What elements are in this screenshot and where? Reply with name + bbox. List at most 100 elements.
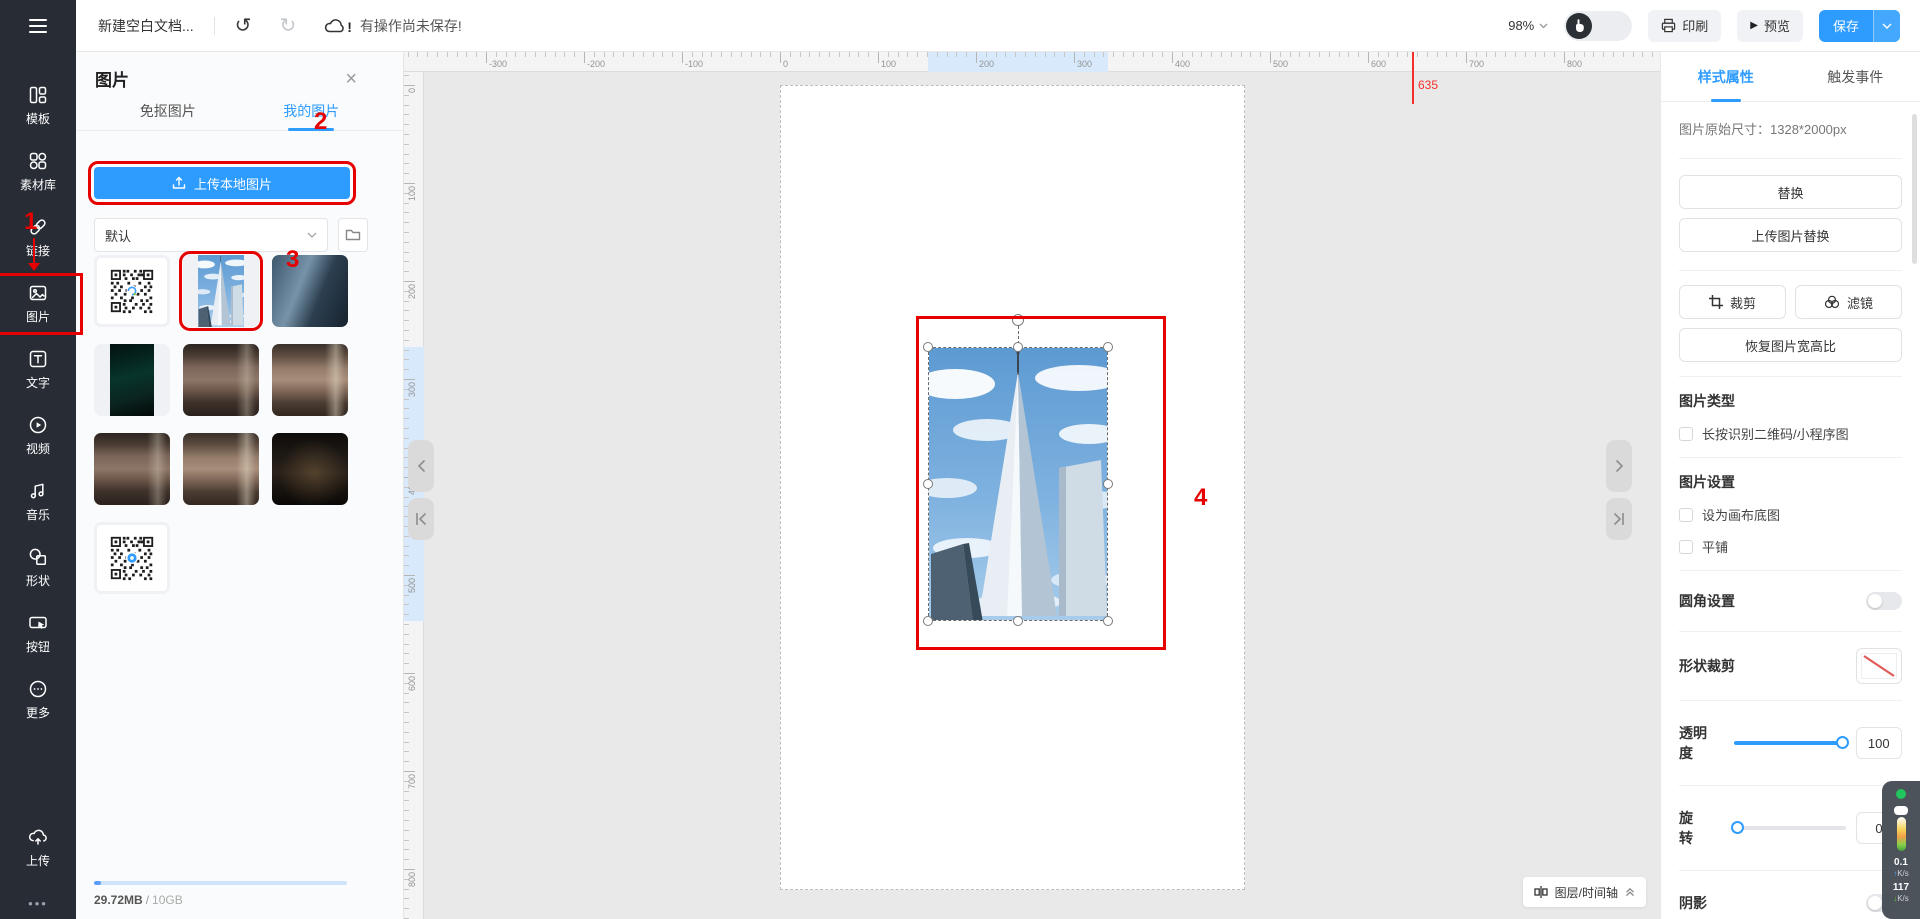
first-page-button[interactable] xyxy=(408,498,434,540)
sidebar-item-shape[interactable]: 形状 xyxy=(0,544,76,592)
sidebar-item-label: 上传 xyxy=(26,852,50,869)
last-page-button[interactable] xyxy=(1606,498,1632,540)
canvas-area[interactable]: -300-200-1000100200300400500600700800 01… xyxy=(404,52,1660,919)
glass-building-photo-thumbnail[interactable] xyxy=(272,255,348,327)
sidebar-item-template[interactable]: 模板 xyxy=(0,82,76,130)
set-as-background-checkbox[interactable]: 设为画布底图 xyxy=(1679,505,1902,524)
print-button[interactable]: 印刷 xyxy=(1648,10,1721,42)
redo-icon[interactable]: ↻ xyxy=(279,16,296,36)
play-icon: ▶ xyxy=(1750,20,1758,31)
qr-code-thumbnail[interactable] xyxy=(94,255,170,327)
upload-button-label: 上传本地图片 xyxy=(194,174,272,193)
filter-button[interactable]: 滤镜 xyxy=(1795,285,1902,319)
resize-handle-se[interactable] xyxy=(1103,616,1113,626)
network-monitor-widget[interactable]: 0.1 ↑K/s 117 ↓K/s xyxy=(1882,781,1920,919)
image-type-title: 图片类型 xyxy=(1679,391,1902,411)
resize-handle-sw[interactable] xyxy=(923,616,933,626)
layers-icon xyxy=(1534,885,1548,899)
undo-icon[interactable]: ↺ xyxy=(235,16,252,36)
image-icon xyxy=(28,283,48,303)
skyscraper-image[interactable] xyxy=(929,348,1107,620)
skyscraper-photo xyxy=(198,255,244,327)
zoom-level-value: 98% xyxy=(1508,18,1534,33)
sidebar-item-assets[interactable]: 素材库 xyxy=(0,148,76,196)
bedroom-photo-3-thumbnail[interactable] xyxy=(94,433,170,505)
music-icon xyxy=(28,481,48,501)
document-title[interactable]: 新建空白文档... xyxy=(98,16,194,36)
skyscraper-photo-thumbnail[interactable] xyxy=(183,255,259,327)
tab-trigger-events[interactable]: 触发事件 xyxy=(1791,52,1920,101)
restore-ratio-button[interactable]: 恢复图片宽高比 xyxy=(1679,328,1902,362)
download-speed: 117 xyxy=(1893,882,1909,894)
upload-local-image-button[interactable]: 上传本地图片 xyxy=(94,167,350,199)
resize-handle-w[interactable] xyxy=(923,479,933,489)
selected-image-element[interactable] xyxy=(928,347,1108,621)
sidebar-item-button[interactable]: 按钮 xyxy=(0,610,76,658)
opacity-slider[interactable] xyxy=(1734,741,1846,745)
bedroom-photo-2-thumbnail[interactable] xyxy=(272,344,348,416)
tab-style-properties[interactable]: 样式属性 xyxy=(1661,52,1791,101)
touch-mode-toggle[interactable] xyxy=(1564,11,1632,41)
resize-handle-e[interactable] xyxy=(1103,479,1113,489)
sidebar-item-more[interactable]: 更多 xyxy=(0,676,76,724)
opacity-input[interactable]: 100 xyxy=(1856,727,1902,759)
shape-crop-button[interactable] xyxy=(1856,648,1902,684)
slider-knob[interactable] xyxy=(1731,821,1744,834)
sidebar-item-label: 音乐 xyxy=(26,506,50,523)
dark-bedroom-photo-thumbnail[interactable] xyxy=(272,433,348,505)
tab-my-images[interactable]: 我的图片 xyxy=(279,92,343,130)
resize-handle-ne[interactable] xyxy=(1103,342,1113,352)
video-icon xyxy=(28,415,48,435)
checkbox-icon[interactable] xyxy=(1679,540,1693,554)
preview-button[interactable]: ▶ 预览 xyxy=(1737,10,1803,42)
sidebar-item-link[interactable]: 链接 xyxy=(0,214,76,262)
sidebar-item-video[interactable]: 视频 xyxy=(0,412,76,460)
gauge-knob xyxy=(1894,806,1908,815)
zoom-level-dropdown[interactable]: 98% xyxy=(1508,18,1548,33)
resize-handle-s[interactable] xyxy=(1013,616,1023,626)
preview-label: 预览 xyxy=(1764,16,1790,35)
cloud-upload-icon xyxy=(28,827,48,847)
checkbox-icon[interactable] xyxy=(1679,427,1693,441)
next-page-button[interactable] xyxy=(1606,440,1632,492)
layers-timeline-button[interactable]: 图层/时间轴 xyxy=(1523,877,1646,907)
main-menu-button[interactable] xyxy=(0,0,76,52)
save-button[interactable]: 保存 xyxy=(1819,10,1900,42)
prev-page-button[interactable] xyxy=(408,440,434,492)
sidebar-overflow-button[interactable]: ••• xyxy=(0,896,76,911)
crop-button[interactable]: 裁剪 xyxy=(1679,285,1786,319)
tile-checkbox[interactable]: 平铺 xyxy=(1679,537,1902,556)
bedroom-photo-4-thumbnail[interactable] xyxy=(183,433,259,505)
qr-code-blue-thumbnail[interactable] xyxy=(94,522,170,594)
sidebar-item-label: 更多 xyxy=(26,704,50,721)
save-dropdown-caret[interactable] xyxy=(1873,10,1900,42)
rounded-corner-toggle[interactable] xyxy=(1866,592,1902,610)
qr-code-blue xyxy=(97,525,167,591)
sidebar-item-upload[interactable]: 上传 xyxy=(0,824,76,872)
filter-icon xyxy=(1824,295,1840,309)
slider-knob[interactable] xyxy=(1836,736,1849,749)
tab-free-images[interactable]: 免抠图片 xyxy=(136,92,200,130)
inspector-tabs: 样式属性 触发事件 xyxy=(1661,52,1920,102)
sidebar-item-image[interactable]: 图片 xyxy=(0,280,76,328)
checkbox-icon[interactable] xyxy=(1679,508,1693,522)
guide-label: 635 xyxy=(1418,78,1438,92)
close-icon[interactable]: × xyxy=(345,69,357,89)
replace-button[interactable]: 替换 xyxy=(1679,175,1902,209)
resize-handle-nw[interactable] xyxy=(923,342,933,352)
sidebar-item-music[interactable]: 音乐 xyxy=(0,478,76,526)
qr-recognize-checkbox[interactable]: 长按识别二维码/小程序图 xyxy=(1679,424,1902,443)
bedroom-photo-4 xyxy=(183,433,259,505)
folder-icon[interactable] xyxy=(338,218,368,252)
guide-line[interactable] xyxy=(1412,52,1414,104)
sidebar-item-label: 模板 xyxy=(26,110,50,127)
scrollbar[interactable] xyxy=(1912,114,1917,264)
rotate-handle[interactable] xyxy=(1012,314,1024,326)
dark-abstract-photo-thumbnail[interactable] xyxy=(94,344,170,416)
resize-handle-n[interactable] xyxy=(1013,342,1023,352)
sidebar-item-text[interactable]: 文字 xyxy=(0,346,76,394)
rotation-slider[interactable] xyxy=(1734,826,1846,830)
vertical-ruler: 0100200300400500600700800 xyxy=(404,72,424,919)
bedroom-photo-1-thumbnail[interactable] xyxy=(183,344,259,416)
upload-replace-button[interactable]: 上传图片替换 xyxy=(1679,218,1902,252)
